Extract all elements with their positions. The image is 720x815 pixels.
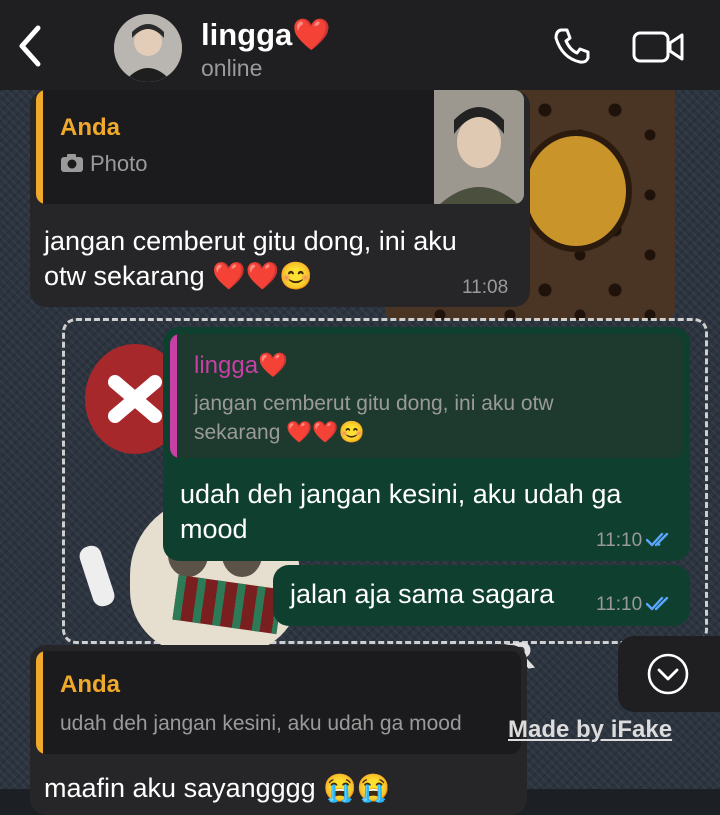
message-text-line: otw sekarang ❤️❤️😊 — [44, 261, 313, 291]
message-time: 11:10 — [596, 594, 643, 615]
reply-photo-thumbnail[interactable] — [434, 90, 524, 204]
chevron-left-icon — [19, 25, 41, 67]
read-ticks-icon — [646, 596, 669, 611]
message-text-line: mood — [180, 514, 248, 544]
contact-status: online — [201, 55, 263, 81]
read-ticks-icon — [646, 532, 669, 547]
watermark-text: Made by iFake — [508, 716, 673, 743]
back-button[interactable] — [14, 24, 46, 68]
message-outgoing-2[interactable]: jalan aja sama sagara 11:10 — [273, 565, 690, 626]
video-camera-icon — [632, 31, 684, 63]
message-text-line: udah deh jangan kesini, aku udah ga — [180, 479, 622, 509]
scroll-to-bottom-button[interactable] — [618, 636, 720, 712]
chat-header: lingga❤️ online — [0, 0, 720, 90]
contact-avatar[interactable] — [114, 14, 182, 82]
reply-text-line: jangan cemberut gitu dong, ini aku otw — [194, 392, 554, 415]
reply-sender-name: Anda — [60, 671, 120, 698]
contact-name[interactable]: lingga❤️ — [201, 16, 331, 53]
reply-sender-name: lingga❤️ — [194, 352, 288, 379]
voice-call-button[interactable] — [552, 26, 592, 66]
reply-preview[interactable]: lingga❤️ jangan cemberut gitu dong, ini … — [170, 334, 683, 458]
reply-accent-bar — [36, 90, 43, 204]
reply-text-line: sekarang ❤️❤️😊 — [194, 421, 365, 444]
message-text: jalan aja sama sagara — [290, 579, 555, 609]
message-incoming-2[interactable]: Anda udah deh jangan kesini, aku udah ga… — [30, 645, 527, 815]
reply-accent-bar — [170, 334, 177, 458]
message-outgoing-1[interactable]: lingga❤️ jangan cemberut gitu dong, ini … — [163, 327, 690, 561]
chevron-down-circle-icon — [647, 653, 689, 695]
message-time: 11:10 — [596, 530, 643, 551]
message-text-line: jangan cemberut gitu dong, ini aku — [44, 226, 457, 256]
camera-icon — [61, 154, 83, 172]
reply-accent-bar — [36, 651, 43, 754]
reply-text: Photo — [90, 151, 148, 176]
reply-sender-name: Anda — [60, 114, 120, 141]
reply-preview[interactable]: Anda udah deh jangan kesini, aku udah ga… — [36, 651, 521, 754]
reply-text: udah deh jangan kesini, aku udah ga mood — [60, 712, 462, 735]
reply-preview[interactable]: Anda Photo — [36, 90, 524, 204]
wallpaper-smiley-sticker — [520, 130, 632, 252]
message-incoming-1[interactable]: Anda Photo jangan cemberut gitu dong, in… — [30, 90, 530, 307]
message-time: 11:08 — [462, 277, 509, 298]
video-call-button[interactable] — [632, 30, 684, 64]
phone-icon — [554, 28, 590, 64]
